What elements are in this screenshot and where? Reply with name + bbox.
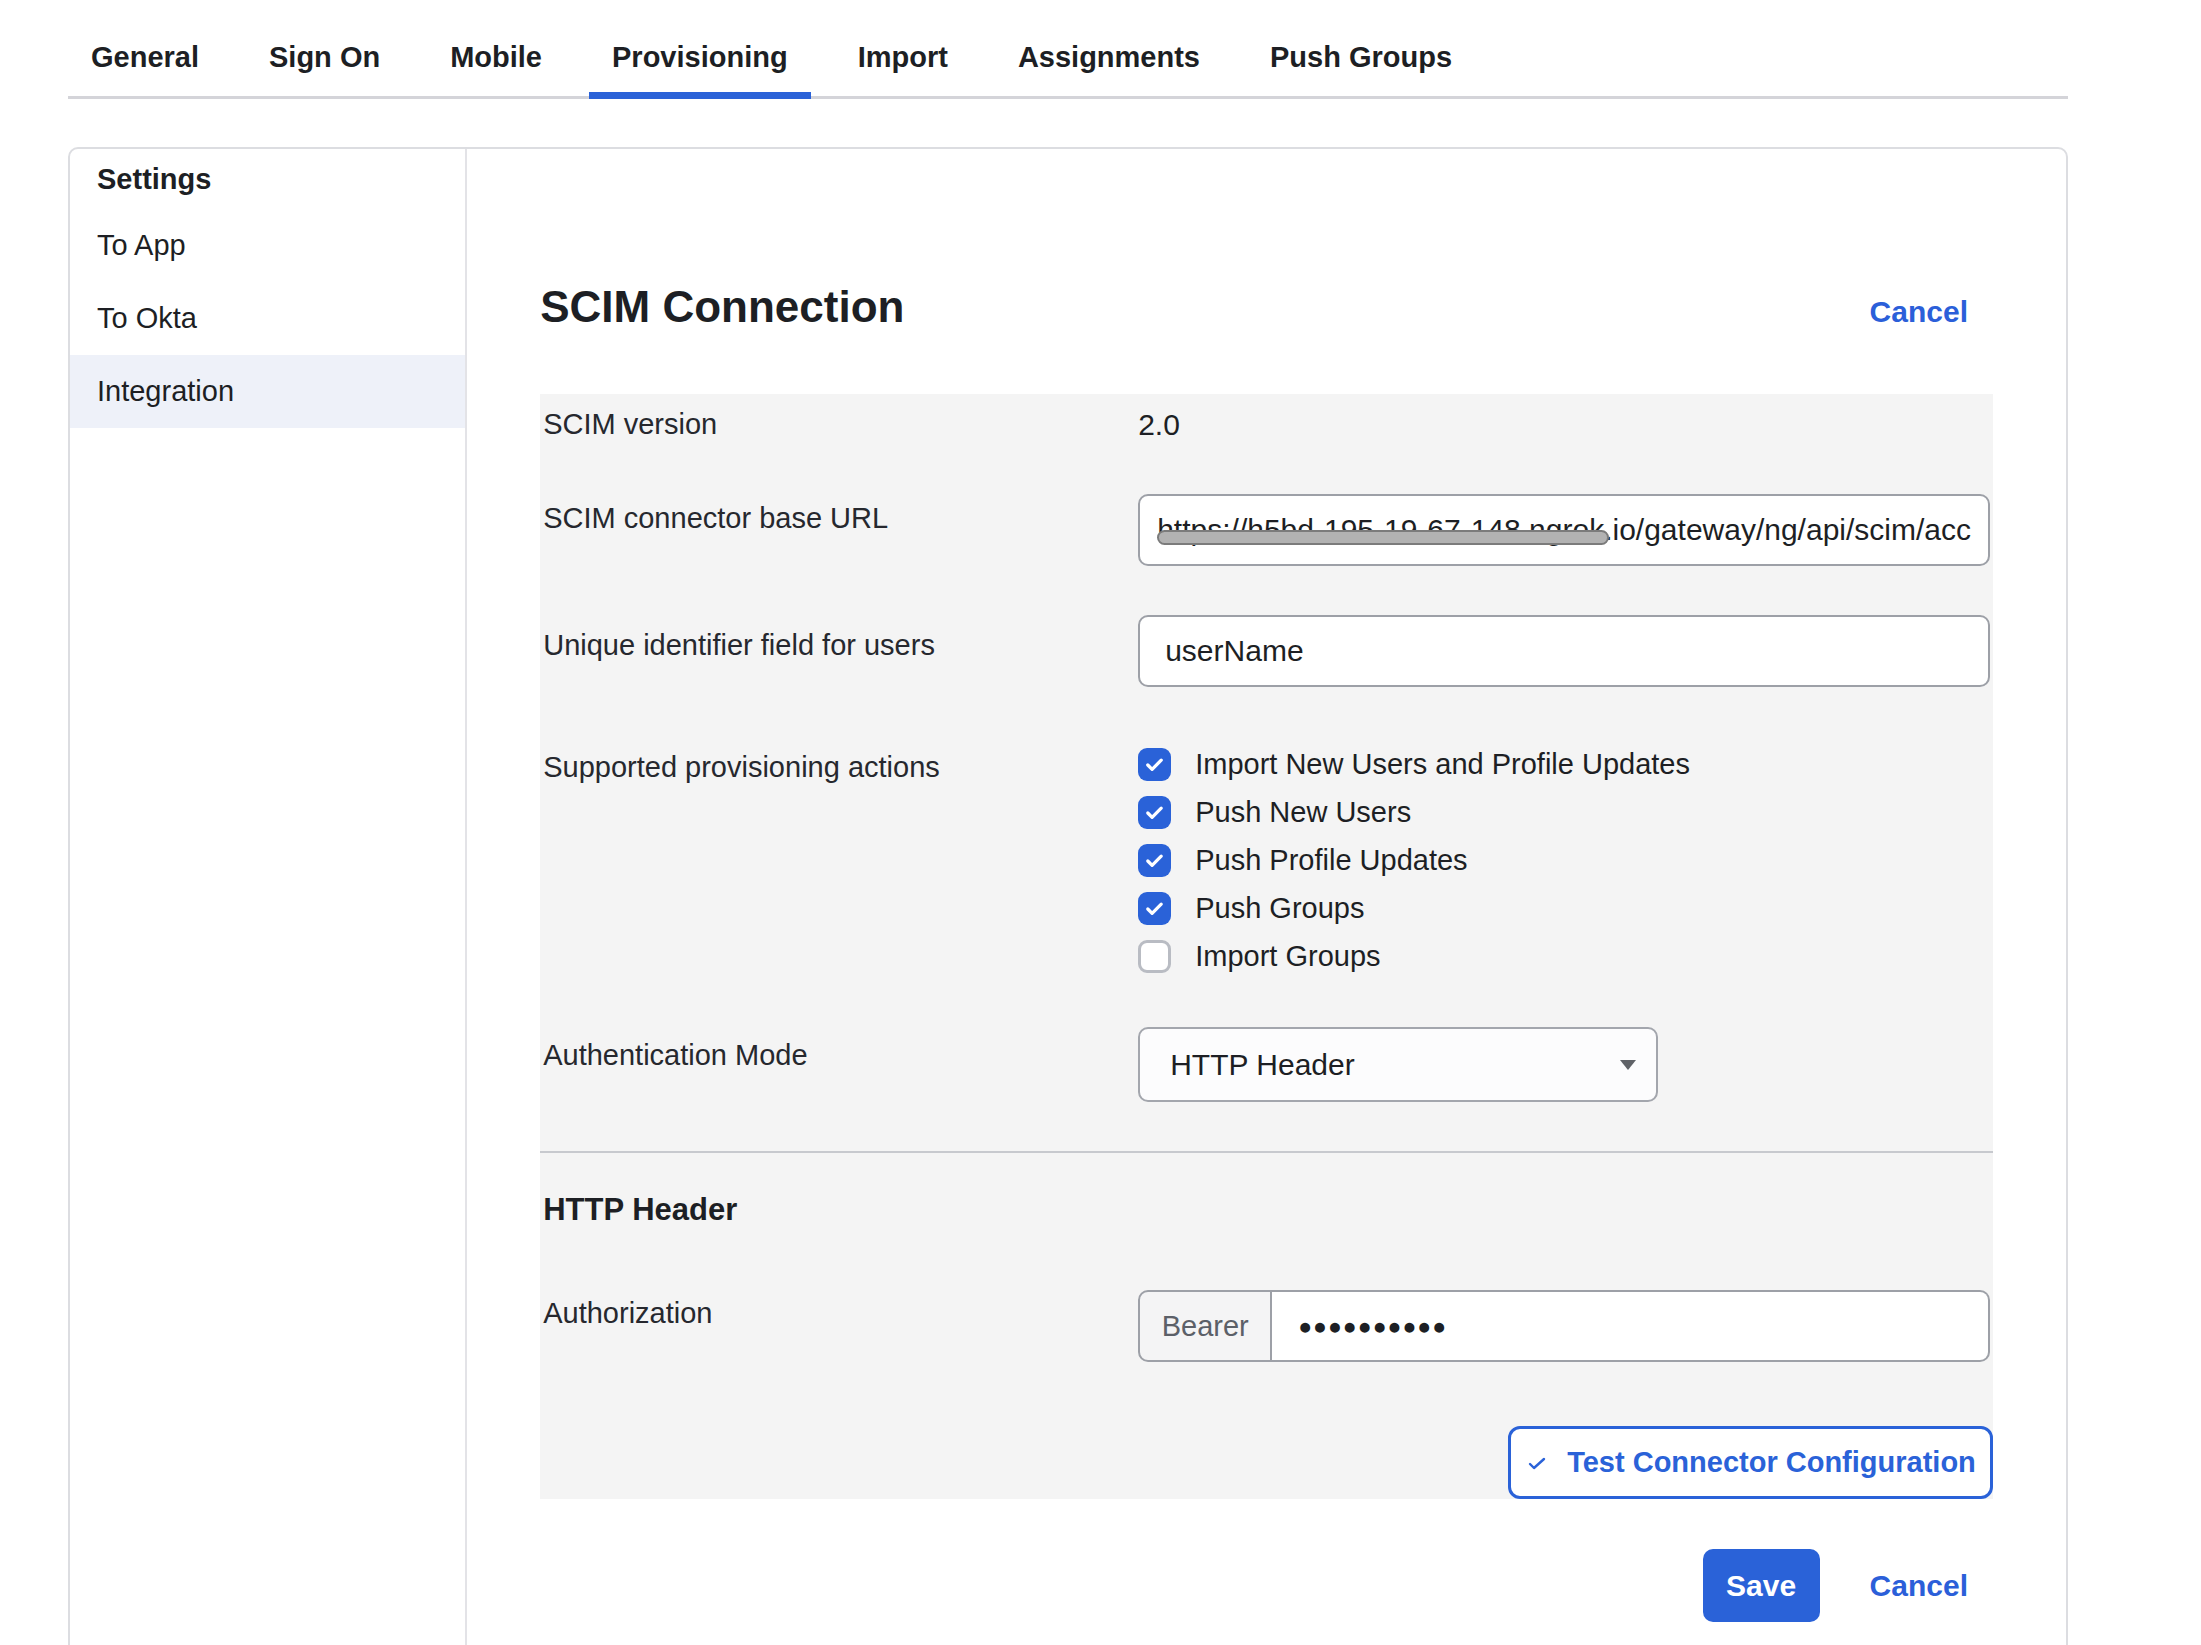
- checkbox-push-new-users[interactable]: [1138, 796, 1171, 829]
- checkbox-push-groups[interactable]: [1138, 892, 1171, 925]
- auth-mode-select[interactable]: HTTP Header: [1138, 1027, 1658, 1102]
- base-url-input[interactable]: https://h5bd-195-19-67-148.ngrok.io/gate…: [1138, 494, 1990, 566]
- provisioning-actions-row: Supported provisioning actions Import Ne…: [540, 748, 1993, 988]
- unique-id-value: userName: [1157, 634, 1303, 668]
- tab-general[interactable]: General: [68, 41, 222, 96]
- scim-version-label: SCIM version: [540, 408, 1138, 442]
- check-icon: [1525, 1451, 1549, 1475]
- masked-token: ●●●●●●●●●●: [1298, 1313, 1447, 1340]
- checkbox-label: Import Groups: [1195, 940, 1380, 973]
- sidebar-header: Settings: [70, 149, 465, 209]
- checkbox-push-profile-updates[interactable]: [1138, 844, 1171, 877]
- scim-form: SCIM version 2.0 SCIM connector base URL…: [540, 394, 1993, 1499]
- checkbox-label: Push New Users: [1195, 796, 1411, 829]
- sidebar-item-integration[interactable]: Integration: [70, 355, 465, 428]
- tab-provisioning[interactable]: Provisioning: [589, 41, 811, 96]
- tab-import[interactable]: Import: [835, 41, 971, 96]
- tab-assignments[interactable]: Assignments: [995, 41, 1223, 96]
- section-divider: [540, 1151, 1993, 1153]
- tab-mobile[interactable]: Mobile: [427, 41, 565, 96]
- checkbox-label: Import New Users and Profile Updates: [1195, 748, 1690, 781]
- checkbox-label: Push Profile Updates: [1195, 844, 1467, 877]
- base-url-visible-text: o/gateway/ng/api/scim/acc: [1619, 513, 1971, 547]
- tab-sign-on[interactable]: Sign On: [246, 41, 403, 96]
- sidebar-item-to-app[interactable]: To App: [70, 209, 465, 282]
- app-tabbar: General Sign On Mobile Provisioning Impo…: [68, 0, 2068, 99]
- auth-mode-row: Authentication Mode HTTP Header: [540, 1027, 1993, 1102]
- test-button-label: Test Connector Configuration: [1567, 1446, 1976, 1479]
- checkbox-label: Push Groups: [1195, 892, 1364, 925]
- authorization-row: Authorization Bearer ●●●●●●●●●●: [540, 1290, 1993, 1362]
- chevron-down-icon: [1620, 1060, 1636, 1070]
- unique-id-input[interactable]: userName: [1138, 615, 1990, 687]
- save-button[interactable]: Save: [1703, 1549, 1820, 1622]
- page-title: SCIM Connection: [540, 282, 904, 332]
- auth-mode-value: HTTP Header: [1170, 1048, 1355, 1082]
- sidebar-item-to-okta[interactable]: To Okta: [70, 282, 465, 355]
- tab-push-groups[interactable]: Push Groups: [1247, 41, 1475, 96]
- provisioning-actions-label: Supported provisioning actions: [540, 748, 1138, 988]
- unique-id-row: Unique identifier field for users userNa…: [540, 615, 1993, 687]
- http-header-heading: HTTP Header: [543, 1192, 1993, 1228]
- auth-mode-label: Authentication Mode: [540, 1027, 1138, 1102]
- cancel-link-bottom[interactable]: Cancel: [1870, 1569, 1968, 1603]
- test-connector-configuration-button[interactable]: Test Connector Configuration: [1508, 1426, 1993, 1499]
- authorization-label: Authorization: [540, 1290, 1138, 1362]
- scim-version-value: 2.0: [1138, 408, 1180, 441]
- base-url-row: SCIM connector base URL https://h5bd-195…: [540, 494, 1993, 566]
- redaction-bar: [1157, 530, 1609, 545]
- main-content: SCIM Connection Cancel SCIM version 2.0 …: [467, 149, 2066, 1645]
- bearer-prefix: Bearer: [1138, 1290, 1272, 1362]
- cancel-link-top[interactable]: Cancel: [1870, 295, 1968, 329]
- authorization-token-input[interactable]: ●●●●●●●●●●: [1272, 1290, 1990, 1362]
- provisioning-panel: Settings To App To Okta Integration SCIM…: [68, 147, 2068, 1645]
- settings-sidebar: Settings To App To Okta Integration: [70, 149, 467, 1645]
- unique-id-label: Unique identifier field for users: [540, 615, 1138, 687]
- scim-version-row: SCIM version 2.0: [540, 408, 1993, 442]
- checkbox-import-groups[interactable]: [1138, 940, 1171, 973]
- checkbox-import-new-users[interactable]: [1138, 748, 1171, 781]
- base-url-label: SCIM connector base URL: [540, 494, 1138, 566]
